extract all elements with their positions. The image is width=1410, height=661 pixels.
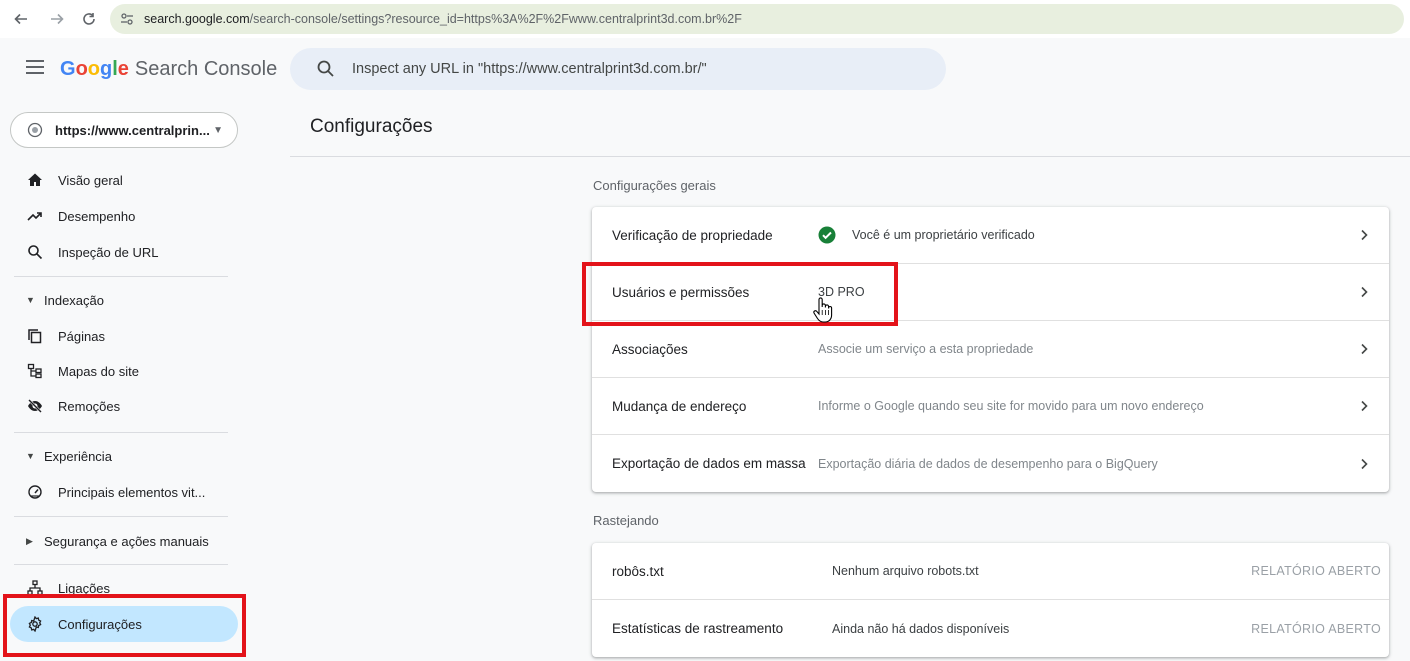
general-settings-label: Configurações gerais — [593, 178, 716, 193]
sidebar-item-pages[interactable]: Páginas — [10, 318, 238, 354]
chevron-right-icon — [1361, 286, 1368, 298]
sidebar-divider — [14, 516, 228, 517]
site-info-icon[interactable] — [116, 8, 138, 30]
settings-row-bulk-export[interactable]: Exportação de dados em massa Exportação … — [592, 435, 1389, 492]
sidebar-divider — [14, 276, 228, 277]
settings-row-change-of-address[interactable]: Mudança de endereço Informe o Google qua… — [592, 378, 1389, 435]
chevron-right-icon — [1361, 400, 1368, 412]
visibility-off-icon — [26, 397, 44, 415]
sitemap-icon — [26, 362, 44, 380]
sidebar-divider — [14, 564, 228, 565]
chevron-right-icon — [1361, 458, 1368, 469]
sidebar-item-url-inspection[interactable]: Inspeção de URL — [10, 234, 238, 270]
settings-row-ownership-verification[interactable]: Verificação de propriedade Você é um pro… — [592, 207, 1389, 264]
search-icon — [317, 60, 334, 77]
settings-row-associations[interactable]: Associações Associe um serviço a esta pr… — [592, 321, 1389, 378]
dropdown-caret-icon: ▼ — [213, 124, 223, 136]
search-icon — [26, 243, 44, 261]
pages-icon — [26, 327, 44, 345]
crawling-card: robôs.txt Nenhum arquivo robots.txt RELA… — [592, 543, 1389, 657]
browser-toolbar: search.google.com/search-console/setting… — [0, 0, 1410, 38]
section-experience[interactable]: ▼ Experiência — [10, 441, 238, 471]
property-selector[interactable]: https://www.centralprin... ▼ — [10, 112, 238, 148]
open-report-link[interactable]: RELATÓRIO ABERTO — [1251, 564, 1381, 578]
general-settings-card: Verificação de propriedade Você é um pro… — [592, 207, 1389, 492]
sidebar-item-core-web-vitals[interactable]: Principais elementos vit... — [10, 474, 238, 510]
product-name: Search Console — [134, 58, 278, 80]
speed-icon — [26, 483, 44, 501]
property-label: https://www.centralprin... — [55, 122, 210, 138]
section-security[interactable]: ▶ Segurança e ações manuais — [10, 526, 238, 556]
expand-triangle-icon: ▼ — [26, 295, 35, 305]
address-bar[interactable]: search.google.com/search-console/setting… — [110, 4, 1404, 34]
search-input[interactable] — [350, 60, 910, 78]
section-indexing[interactable]: ▼ Indexação — [10, 285, 238, 315]
forward-icon[interactable] — [46, 8, 68, 30]
product-logo[interactable]: Google Search Console — [60, 58, 277, 81]
url-inspection-search[interactable] — [290, 48, 946, 90]
sidebar-item-sitemaps[interactable]: Mapas do site — [10, 353, 238, 389]
sidebar-item-removals[interactable]: Remoções — [10, 388, 238, 424]
sidebar-item-overview[interactable]: Visão geral — [10, 162, 238, 198]
collapsed-triangle-icon: ▶ — [26, 535, 33, 546]
home-icon — [26, 171, 44, 189]
crawling-row-crawl-stats[interactable]: Estatísticas de rastreamento Ainda não h… — [592, 600, 1389, 657]
title-divider — [290, 156, 1410, 157]
url-host: search.google.com — [144, 12, 250, 26]
chevron-right-icon — [1361, 229, 1368, 241]
highlight-box-settings — [3, 594, 246, 657]
url-path: /search-console/settings?resource_id=htt… — [249, 12, 742, 26]
highlight-box-users-permissions — [582, 262, 898, 326]
menu-icon[interactable] — [26, 60, 44, 76]
crawling-label: Rastejando — [593, 513, 659, 528]
chevron-right-icon — [1361, 343, 1368, 355]
open-report-link[interactable]: RELATÓRIO ABERTO — [1251, 622, 1381, 636]
sidebar-item-performance[interactable]: Desempenho — [10, 198, 238, 234]
crawling-row-robots-txt[interactable]: robôs.txt Nenhum arquivo robots.txt RELA… — [592, 543, 1389, 600]
expand-triangle-icon: ▼ — [26, 451, 35, 461]
sidebar-divider — [14, 432, 228, 433]
app-header: Google Search Console — [0, 38, 1410, 102]
hand-cursor-icon — [813, 297, 833, 323]
page-title: Configurações — [310, 116, 433, 137]
trending-up-icon — [26, 207, 44, 225]
reload-icon[interactable] — [78, 8, 100, 30]
globe-icon — [27, 122, 43, 138]
back-icon[interactable] — [10, 8, 32, 30]
verified-check-icon — [818, 226, 836, 244]
